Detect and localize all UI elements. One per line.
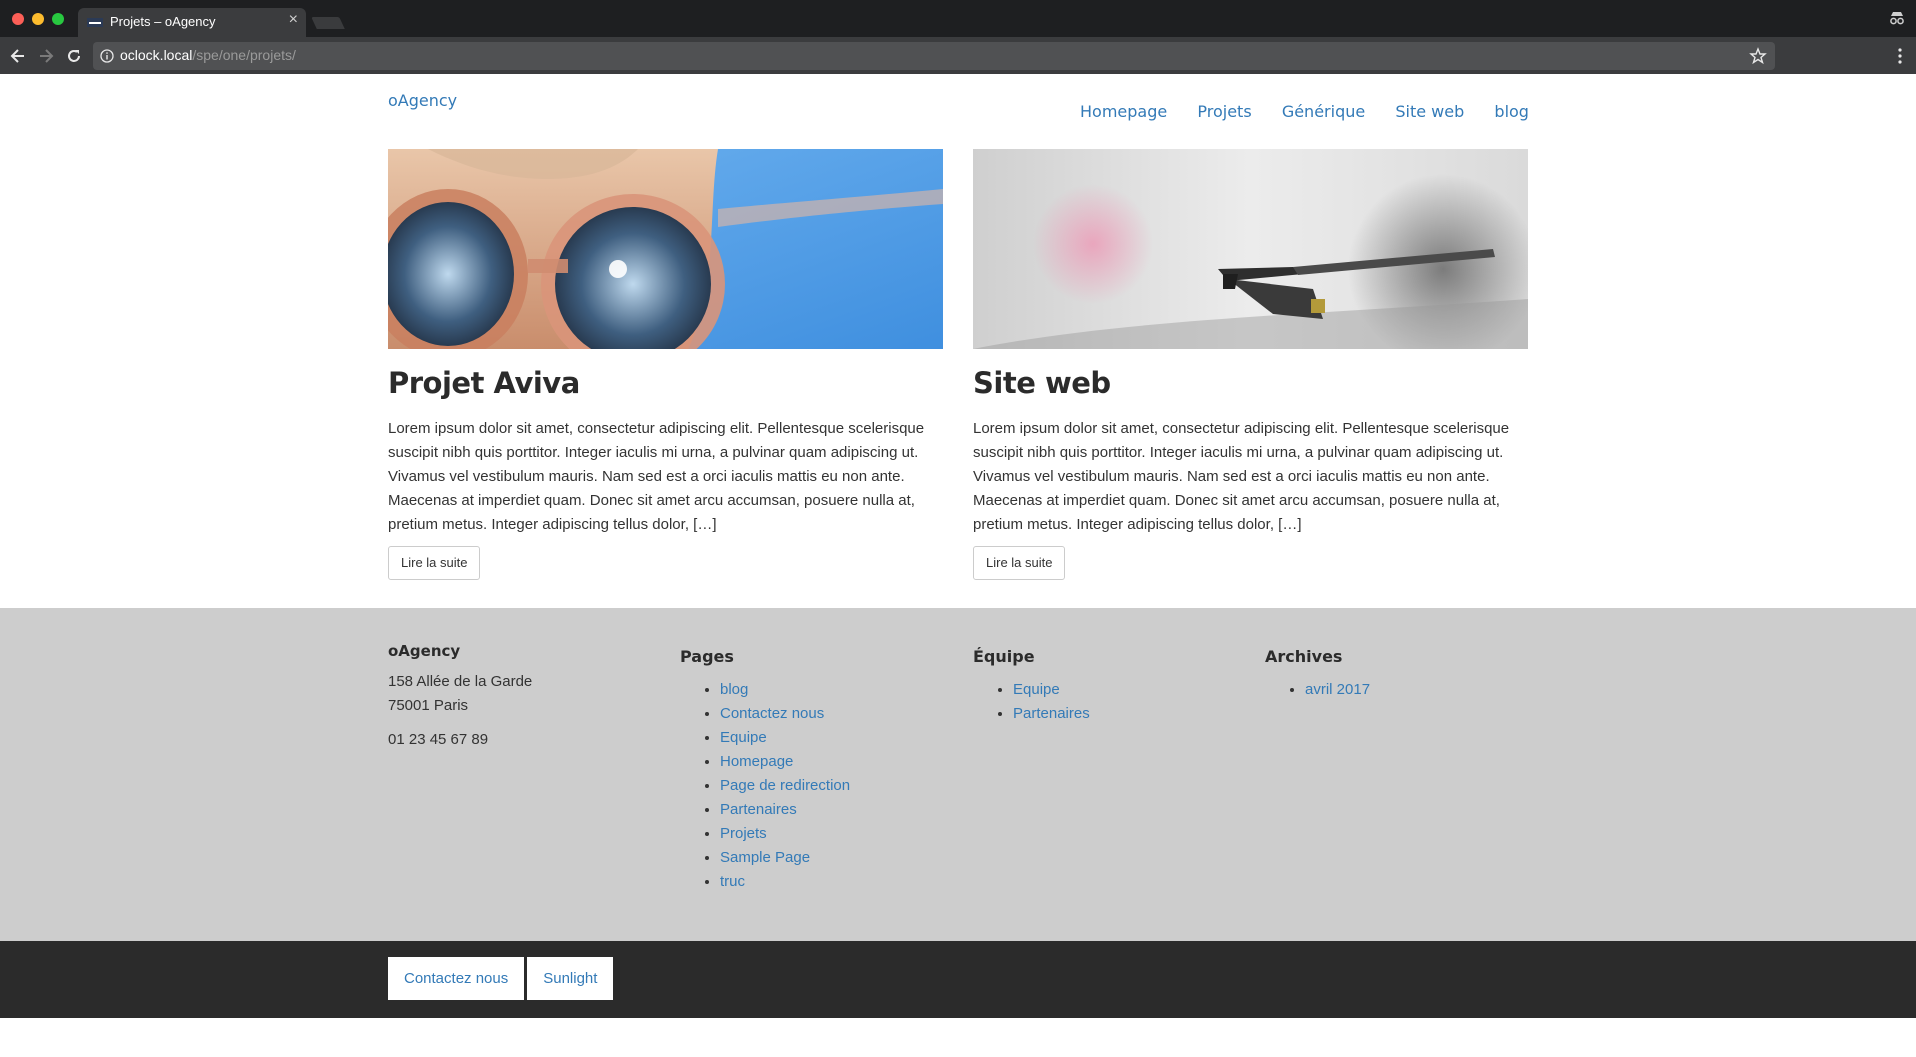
footer-nav-sunlight[interactable]: Sunlight bbox=[527, 957, 614, 1000]
nav-link-projets[interactable]: Projets bbox=[1197, 102, 1251, 121]
footer-brand: oAgency bbox=[388, 642, 461, 660]
page-link[interactable]: blog bbox=[720, 681, 748, 698]
nav-link-blog[interactable]: blog bbox=[1494, 102, 1529, 121]
bookmark-star-icon[interactable] bbox=[1749, 47, 1767, 65]
sunglasses-photo-icon bbox=[388, 149, 943, 349]
footer-address: 158 Allée de la Garde 75001 Paris bbox=[388, 670, 658, 718]
address-line: 158 Allée de la Garde bbox=[388, 673, 533, 690]
site-info-icon[interactable] bbox=[100, 49, 114, 63]
page-link[interactable]: Homepage bbox=[720, 753, 793, 770]
reload-icon[interactable] bbox=[64, 46, 84, 66]
tab-title: Projets – oAgency bbox=[110, 14, 216, 29]
web-page: oAgency Homepage Projets Générique Site … bbox=[0, 74, 1916, 1057]
read-more-button[interactable]: Lire la suite bbox=[388, 546, 481, 580]
list-item: blog bbox=[720, 678, 950, 702]
pages-list: blog Contactez nous Equipe Homepage Page… bbox=[680, 678, 950, 894]
url-host: oclock.local bbox=[120, 47, 193, 63]
browser-titlebar: Projets – oAgency × bbox=[0, 0, 1916, 37]
project-excerpt: Lorem ipsum dolor sit amet, consectetur … bbox=[973, 420, 1510, 533]
list-item: Homepage bbox=[720, 750, 950, 774]
site-favicon-icon bbox=[87, 18, 103, 27]
equipe-list: Equipe Partenaires bbox=[973, 678, 1243, 726]
footer-widgets: oAgency 158 Allée de la Garde 75001 Pari… bbox=[0, 608, 1916, 941]
page-link[interactable]: Projets bbox=[720, 825, 767, 842]
incognito-profile-icon[interactable] bbox=[1888, 9, 1906, 27]
footer-phone: 01 23 45 67 89 bbox=[388, 731, 489, 748]
page-link[interactable]: Contactez nous bbox=[720, 705, 824, 722]
page-link[interactable]: Sample Page bbox=[720, 849, 810, 866]
footer-nav-contact[interactable]: Contactez nous bbox=[388, 957, 525, 1000]
main-navigation: Homepage Projets Générique Site web blog bbox=[1080, 102, 1529, 121]
back-arrow-icon[interactable] bbox=[8, 46, 28, 66]
project-card: Projet Aviva Lorem ipsum dolor sit amet,… bbox=[388, 149, 943, 580]
archives-list: avril 2017 bbox=[1265, 678, 1535, 702]
archive-link[interactable]: avril 2017 bbox=[1305, 681, 1370, 698]
page-link[interactable]: Page de redirection bbox=[720, 777, 850, 794]
list-item: Equipe bbox=[720, 726, 950, 750]
project-image-turntable[interactable] bbox=[973, 149, 1528, 349]
turntable-photo-icon bbox=[973, 149, 1528, 349]
page-link[interactable]: truc bbox=[720, 873, 745, 890]
project-card: Site web Lorem ipsum dolor sit amet, con… bbox=[973, 149, 1528, 580]
nav-link-homepage[interactable]: Homepage bbox=[1080, 102, 1167, 121]
footer-archives-widget: Archives avril 2017 bbox=[1265, 642, 1535, 702]
forward-arrow-icon[interactable] bbox=[36, 46, 56, 66]
site-logo[interactable]: oAgency bbox=[388, 91, 457, 110]
page-link[interactable]: Partenaires bbox=[720, 801, 797, 818]
list-item: Partenaires bbox=[1013, 702, 1243, 726]
widget-heading: Équipe bbox=[973, 647, 1035, 666]
page-link[interactable]: Equipe bbox=[720, 729, 767, 746]
browser-toolbar: oclock.local/spe/one/projets/ bbox=[0, 37, 1916, 74]
address-bar[interactable]: oclock.local/spe/one/projets/ bbox=[93, 42, 1775, 70]
url-path: /spe/one/projets/ bbox=[192, 47, 296, 63]
minimize-window-button[interactable] bbox=[32, 13, 44, 25]
list-item: Projets bbox=[720, 822, 950, 846]
nav-link-generique[interactable]: Générique bbox=[1282, 102, 1365, 121]
browser-menu-icon[interactable] bbox=[1898, 48, 1902, 64]
list-item: Partenaires bbox=[720, 798, 950, 822]
tab-close-icon[interactable]: × bbox=[289, 11, 298, 29]
widget-heading: Pages bbox=[680, 647, 734, 666]
read-more-button[interactable]: Lire la suite bbox=[973, 546, 1066, 580]
footer-contact: oAgency 158 Allée de la Garde 75001 Pari… bbox=[388, 642, 658, 752]
list-item: avril 2017 bbox=[1305, 678, 1535, 702]
close-window-button[interactable] bbox=[12, 13, 24, 25]
bottom-bar: Contactez nous Sunlight bbox=[0, 941, 1916, 1018]
widget-heading: Archives bbox=[1265, 647, 1343, 666]
equipe-link[interactable]: Equipe bbox=[1013, 681, 1060, 698]
equipe-link[interactable]: Partenaires bbox=[1013, 705, 1090, 722]
project-image-sunglasses[interactable] bbox=[388, 149, 943, 349]
list-item: Equipe bbox=[1013, 678, 1243, 702]
maximize-window-button[interactable] bbox=[52, 13, 64, 25]
list-item: Page de redirection bbox=[720, 774, 950, 798]
list-item: truc bbox=[720, 870, 950, 894]
list-item: Contactez nous bbox=[720, 702, 950, 726]
footer-navigation: Contactez nous Sunlight bbox=[388, 957, 614, 1000]
project-excerpt: Lorem ipsum dolor sit amet, consectetur … bbox=[388, 420, 925, 533]
list-item: Sample Page bbox=[720, 846, 950, 870]
address-line: 75001 Paris bbox=[388, 697, 469, 714]
footer-pages-widget: Pages blog Contactez nous Equipe Homepag… bbox=[680, 642, 950, 894]
footer-equipe-widget: Équipe Equipe Partenaires bbox=[973, 642, 1243, 726]
nav-link-site-web[interactable]: Site web bbox=[1395, 102, 1464, 121]
url-text[interactable]: oclock.local/spe/one/projets/ bbox=[120, 47, 296, 63]
project-title[interactable]: Site web bbox=[973, 365, 1528, 401]
project-title[interactable]: Projet Aviva bbox=[388, 365, 943, 401]
browser-tab[interactable]: Projets – oAgency × bbox=[78, 8, 306, 37]
new-tab-button[interactable] bbox=[311, 17, 345, 29]
